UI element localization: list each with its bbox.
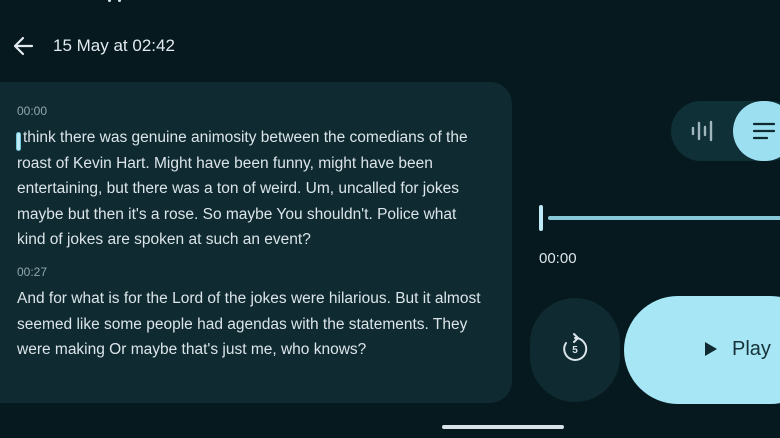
selection-cursor[interactable]: I <box>17 133 20 150</box>
segment-timestamp[interactable]: 00:00 <box>17 104 487 118</box>
top-app-bar: 15 May at 02:42 <box>0 27 400 65</box>
waveform-view-button[interactable] <box>689 118 717 144</box>
status-bar-icons <box>108 0 121 2</box>
rewind-seconds-label: 5 <box>572 345 578 356</box>
arrow-left-icon <box>13 36 34 56</box>
text-lines-icon <box>752 122 776 140</box>
play-label: Play <box>732 338 771 360</box>
segment-text[interactable]: Ithink there was genuine animosity betwe… <box>17 125 487 253</box>
transcript-segment[interactable]: 00:27 And for what is for the Lord of th… <box>17 265 487 363</box>
transcript-segment[interactable]: 00:00 Ithink there was genuine animosity… <box>17 104 487 253</box>
waveform-icon <box>691 120 713 142</box>
view-toggle <box>671 101 780 161</box>
seek-bar[interactable] <box>539 205 780 231</box>
play-icon <box>705 342 717 356</box>
rewind-5-button[interactable]: 5 <box>530 298 620 402</box>
recording-title: 15 May at 02:42 <box>53 36 175 55</box>
play-button[interactable]: Play <box>624 296 780 404</box>
back-button[interactable] <box>8 29 38 63</box>
segment-timestamp[interactable]: 00:27 <box>17 265 487 279</box>
home-indicator[interactable] <box>442 425 564 429</box>
rewind-5-icon: 5 <box>563 333 588 361</box>
segment-text-content: think there was genuine animosity betwee… <box>17 129 468 248</box>
segment-text[interactable]: And for what is for the Lord of the joke… <box>17 286 487 363</box>
seek-track <box>548 216 780 220</box>
current-time: 00:00 <box>539 250 577 267</box>
seek-handle[interactable] <box>539 205 543 231</box>
recording-screen: 15 May at 02:42 00:00 Ithink there was g… <box>0 0 780 438</box>
transcript-view-button[interactable] <box>733 101 780 161</box>
transcript-panel[interactable]: 00:00 Ithink there was genuine animosity… <box>0 82 512 403</box>
